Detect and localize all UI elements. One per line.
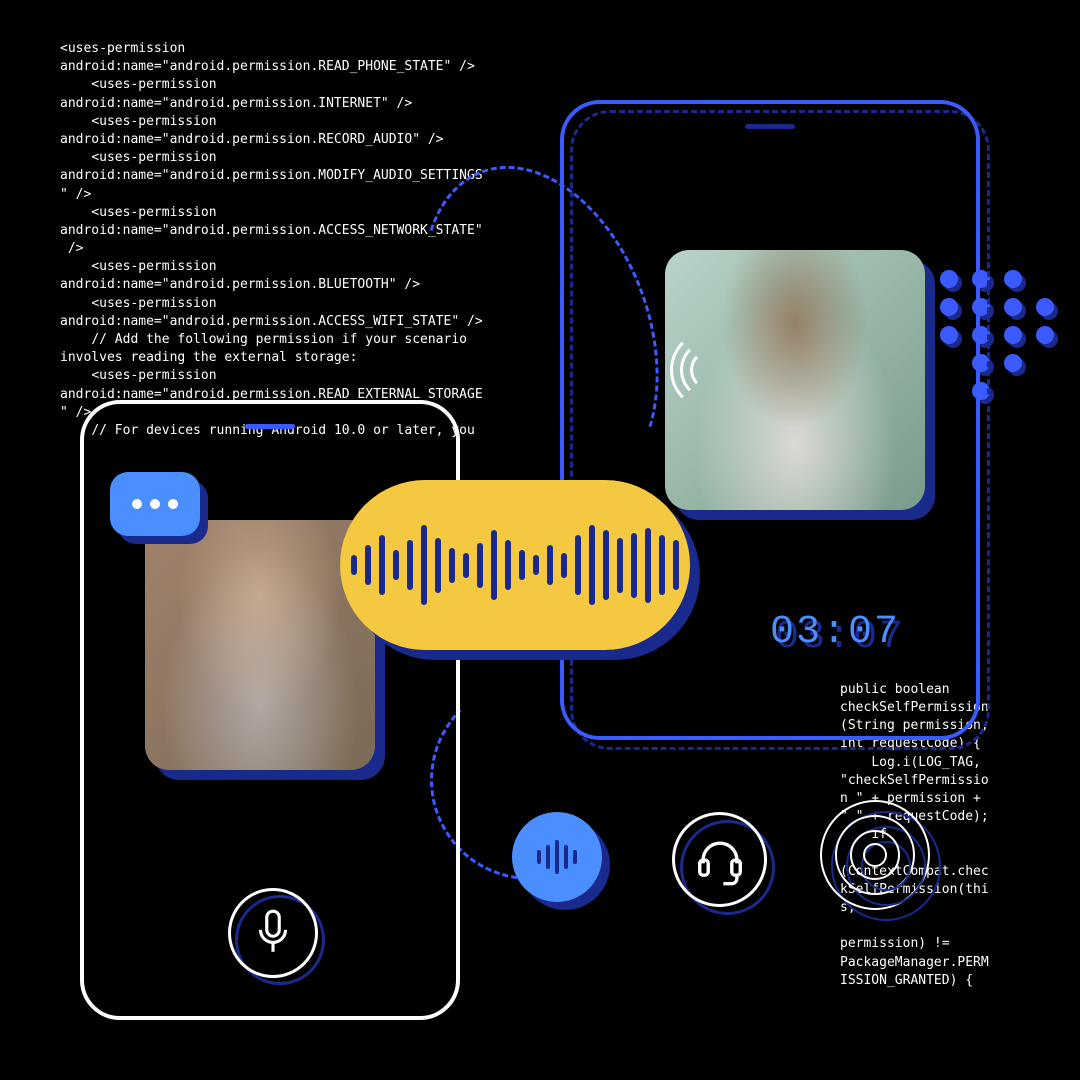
- typing-indicator-icon: [110, 472, 200, 536]
- fingerprint-icon: [820, 800, 940, 920]
- audio-waveform[interactable]: [340, 480, 690, 650]
- microphone-button[interactable]: [228, 888, 318, 978]
- call-timer: 03:07: [770, 610, 900, 655]
- audio-indicator-icon[interactable]: [512, 812, 602, 902]
- headset-button[interactable]: [672, 812, 767, 907]
- headset-icon: [693, 833, 747, 887]
- microphone-icon: [254, 908, 292, 958]
